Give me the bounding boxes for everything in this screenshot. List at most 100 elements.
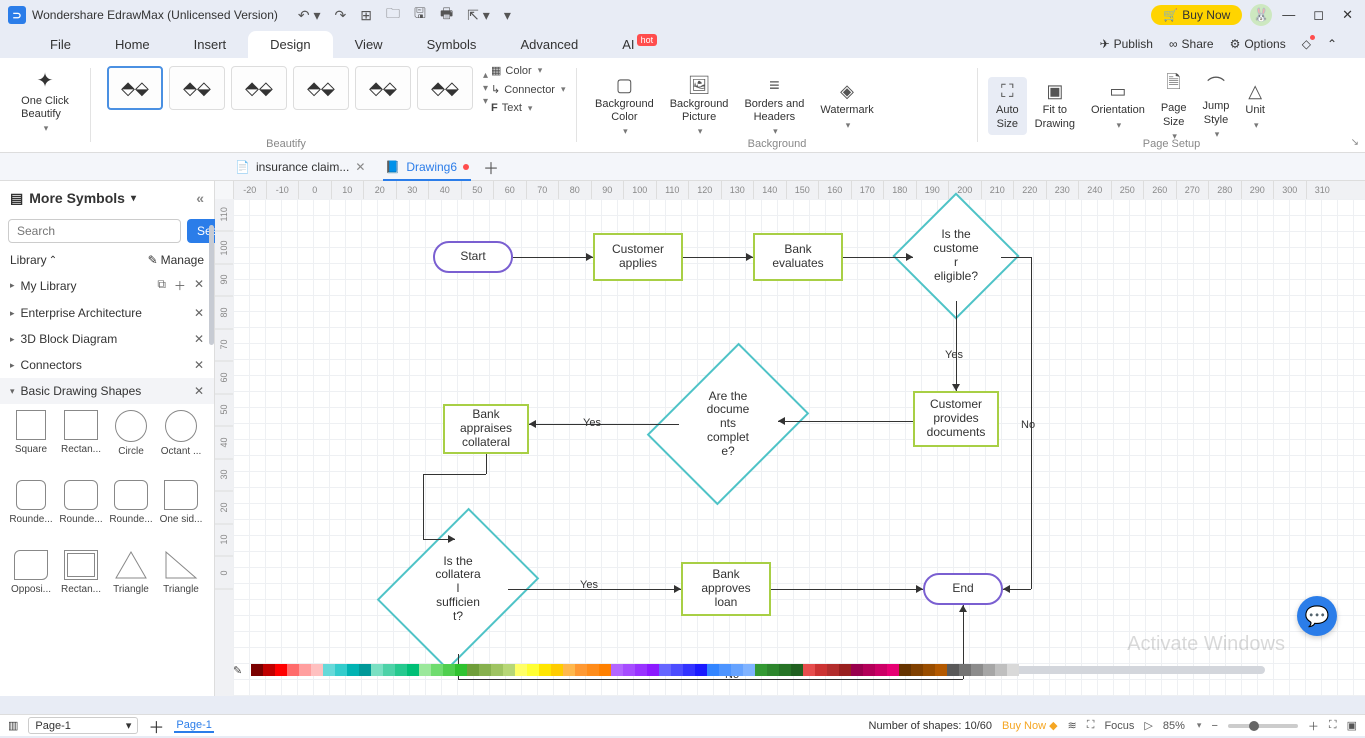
- color-swatch[interactable]: [347, 664, 359, 676]
- save-icon[interactable]: 🖫: [414, 3, 426, 27]
- gallery-more-icon[interactable]: ▾: [483, 96, 488, 107]
- orientation-button[interactable]: ▭Orientation▾: [1083, 77, 1153, 134]
- page-tab[interactable]: Page-1: [174, 719, 213, 733]
- shape-octant[interactable]: Octant ...: [156, 410, 206, 480]
- print-icon[interactable]: 🖶: [440, 3, 453, 27]
- shape-opposite[interactable]: Opposi...: [6, 550, 56, 620]
- menu-file[interactable]: File: [28, 31, 93, 58]
- layers-icon[interactable]: ≋: [1068, 719, 1077, 732]
- color-swatch[interactable]: [791, 664, 803, 676]
- theme-swatch[interactable]: ⬘⬙: [293, 66, 349, 110]
- minimize-icon[interactable]: —: [1282, 7, 1295, 23]
- color-swatch[interactable]: [899, 664, 911, 676]
- color-swatch[interactable]: [923, 664, 935, 676]
- remove-icon[interactable]: ✕: [194, 306, 204, 320]
- color-swatch[interactable]: [479, 664, 491, 676]
- color-swatch[interactable]: [647, 664, 659, 676]
- collapse-ribbon-icon[interactable]: ⌃: [1327, 37, 1337, 51]
- color-swatch[interactable]: [263, 664, 275, 676]
- shape-rectangle[interactable]: Rectan...: [56, 410, 106, 480]
- menu-design[interactable]: Design: [248, 31, 332, 58]
- shape-one-side[interactable]: One sid...: [156, 480, 206, 550]
- color-swatch[interactable]: [287, 664, 299, 676]
- lib-item-enterprise[interactable]: ▸Enterprise Architecture✕: [0, 300, 214, 326]
- color-swatch[interactable]: [383, 664, 395, 676]
- theme-swatch[interactable]: ⬘⬙: [355, 66, 411, 110]
- color-swatch[interactable]: [587, 664, 599, 676]
- color-swatch[interactable]: [275, 664, 287, 676]
- unit-button[interactable]: △Unit▾: [1237, 77, 1273, 134]
- node-end[interactable]: End: [923, 573, 1003, 605]
- color-swatch[interactable]: [455, 664, 467, 676]
- shape-triangle2[interactable]: Triangle: [156, 550, 206, 620]
- menu-home[interactable]: Home: [93, 31, 172, 58]
- redo-icon[interactable]: ↷: [335, 7, 347, 24]
- more-icon[interactable]: ▾: [504, 7, 511, 24]
- play-icon[interactable]: ▷: [1144, 719, 1152, 732]
- color-swatch[interactable]: [695, 664, 707, 676]
- add-icon[interactable]: ＋: [174, 277, 186, 294]
- lib-item-connectors[interactable]: ▸Connectors✕: [0, 352, 214, 378]
- color-swatch[interactable]: [743, 664, 755, 676]
- color-swatch[interactable]: [527, 664, 539, 676]
- node-bank-approves[interactable]: Bank approves loan: [681, 562, 771, 616]
- user-avatar[interactable]: 🐰: [1250, 4, 1272, 26]
- color-swatch[interactable]: [887, 664, 899, 676]
- dialog-launcher-icon[interactable]: ↘: [1351, 137, 1359, 148]
- color-swatch[interactable]: [467, 664, 479, 676]
- menu-ai[interactable]: AIhot: [600, 31, 679, 58]
- buy-now-link[interactable]: Buy Now ◆: [1002, 719, 1058, 732]
- color-swatch[interactable]: [323, 664, 335, 676]
- color-swatch[interactable]: [731, 664, 743, 676]
- focus-label[interactable]: Focus: [1104, 720, 1134, 732]
- add-page-button[interactable]: ＋: [148, 714, 164, 738]
- color-swatch[interactable]: [779, 664, 791, 676]
- color-swatch[interactable]: [983, 664, 995, 676]
- remove-icon[interactable]: ✕: [194, 358, 204, 372]
- color-swatch[interactable]: [599, 664, 611, 676]
- jump-style-button[interactable]: ⌒Jump Style▾: [1195, 68, 1238, 143]
- manage-library-button[interactable]: ✎ Manage: [148, 253, 204, 267]
- collapse-sidebar-icon[interactable]: «: [196, 190, 204, 206]
- sidebar-scrollbar[interactable]: [209, 225, 214, 345]
- lib-item-3d-block[interactable]: ▸3D Block Diagram✕: [0, 326, 214, 352]
- color-swatch[interactable]: [863, 664, 875, 676]
- color-swatch[interactable]: [659, 664, 671, 676]
- notif-icon[interactable]: ◇: [1302, 37, 1311, 51]
- watermark-button[interactable]: ◈Watermark▾: [812, 77, 881, 134]
- presentation-icon[interactable]: ⛶: [1087, 719, 1095, 732]
- color-swatch[interactable]: [971, 664, 983, 676]
- color-swatch[interactable]: [959, 664, 971, 676]
- zoom-slider[interactable]: [1228, 724, 1298, 728]
- menu-symbols[interactable]: Symbols: [405, 31, 499, 58]
- theme-swatch[interactable]: ⬘⬙: [169, 66, 225, 110]
- new-tab-button[interactable]: ＋: [479, 155, 503, 179]
- borders-headers-button[interactable]: ≡Borders and Headers▾: [736, 71, 812, 141]
- color-swatch[interactable]: [947, 664, 959, 676]
- panel-toggle-icon[interactable]: ▣: [1347, 719, 1357, 732]
- shape-square[interactable]: Square: [6, 410, 56, 480]
- fit-page-icon[interactable]: ⛶: [1329, 719, 1337, 732]
- publish-button[interactable]: ✈ Publish: [1100, 37, 1153, 51]
- chat-fab[interactable]: 💬: [1297, 596, 1337, 636]
- pages-icon[interactable]: ▥: [8, 719, 18, 732]
- color-swatch[interactable]: [683, 664, 695, 676]
- shape-triangle[interactable]: Triangle: [106, 550, 156, 620]
- color-swatch[interactable]: [299, 664, 311, 676]
- color-swatch[interactable]: [551, 664, 563, 676]
- color-swatch[interactable]: [707, 664, 719, 676]
- color-swatch[interactable]: [839, 664, 851, 676]
- color-swatch[interactable]: [755, 664, 767, 676]
- doc-tab-insurance[interactable]: 📄 insurance claim...✕: [225, 154, 375, 180]
- shape-rounded3[interactable]: Rounde...: [106, 480, 156, 550]
- color-swatch[interactable]: [443, 664, 455, 676]
- background-picture-button[interactable]: 🖼Background Picture▾: [662, 71, 737, 141]
- page-size-button[interactable]: 🗎Page Size▾: [1153, 66, 1195, 145]
- canvas[interactable]: Start Customer applies Bank evaluates Is…: [233, 199, 1365, 696]
- color-swatch[interactable]: [767, 664, 779, 676]
- shape-rounded[interactable]: Rounde...: [6, 480, 56, 550]
- color-swatch[interactable]: [803, 664, 815, 676]
- node-start[interactable]: Start: [433, 241, 513, 273]
- theme-swatch[interactable]: ⬘⬙: [417, 66, 473, 110]
- shape-rounded2[interactable]: Rounde...: [56, 480, 106, 550]
